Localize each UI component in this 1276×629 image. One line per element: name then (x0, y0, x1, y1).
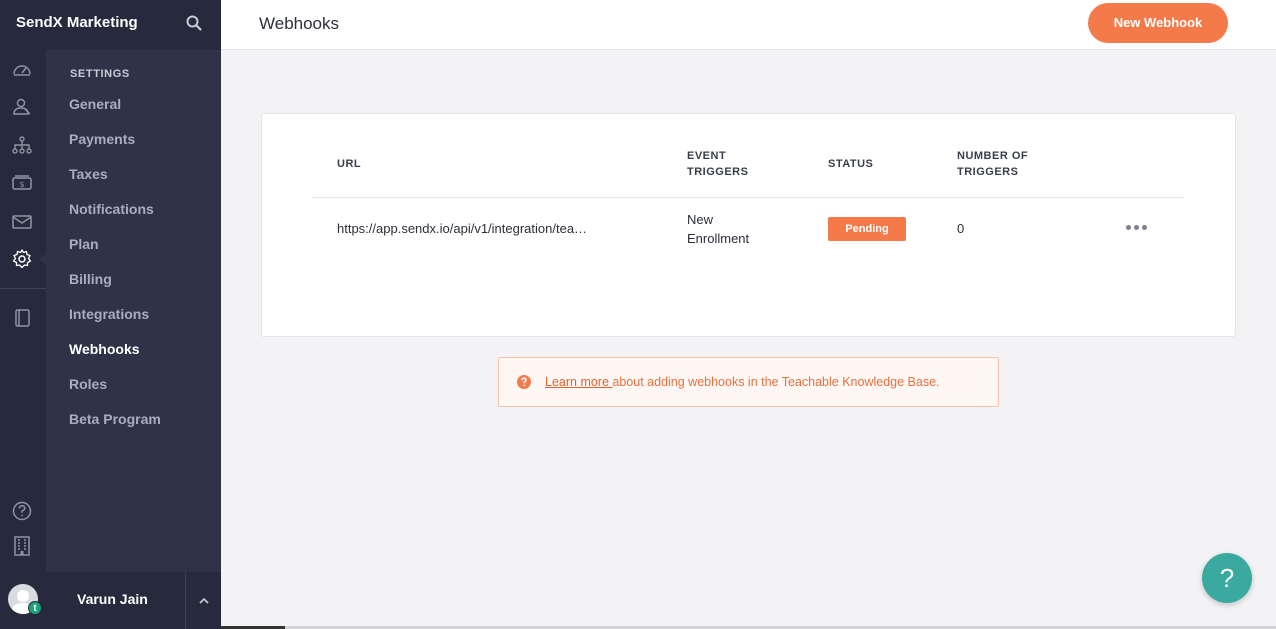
mail-icon[interactable] (11, 211, 33, 233)
svg-text:$: $ (19, 180, 24, 189)
note-body: about adding webhooks in the Teachable K… (612, 375, 940, 389)
webhook-url: https://app.sendx.io/api/v1/integration/… (337, 221, 588, 236)
help-button[interactable]: ? (1202, 553, 1252, 603)
nav-item-payments[interactable]: Payments (69, 131, 135, 147)
sales-icon[interactable]: $ (11, 172, 33, 194)
question-circle-icon (517, 375, 531, 389)
nav-item-taxes[interactable]: Taxes (69, 166, 108, 182)
status-badge: Pending (828, 217, 906, 241)
rail-divider (0, 288, 46, 289)
nav-item-billing[interactable]: Billing (69, 271, 112, 287)
knowledge-base-note: Learn more about adding webhooks in the … (498, 357, 999, 407)
book-icon[interactable] (11, 307, 33, 329)
nav-item-general[interactable]: General (69, 96, 121, 112)
active-indicator (40, 252, 47, 266)
new-webhook-button[interactable]: New Webhook (1088, 3, 1228, 43)
user-divider (185, 572, 186, 629)
column-header-event-line1: EVENT (687, 150, 727, 162)
note-text: Learn more about adding webhooks in the … (545, 375, 940, 389)
brand-bar: SendX Marketing (0, 0, 221, 50)
column-header-url: URL (337, 158, 362, 170)
user-name[interactable]: Varun Jain (77, 591, 148, 607)
users-icon[interactable] (11, 96, 33, 118)
trigger-count: 0 (957, 221, 965, 236)
event-trigger-line1: New (687, 212, 714, 227)
sidebar: SendX Marketing $ SETTINGS General Payme… (0, 0, 221, 629)
event-trigger-line2: Enrollment (687, 231, 750, 246)
webhooks-table: URL EVENT TRIGGERS STATUS NUMBER OF TRIG… (261, 113, 1236, 337)
page-header: Webhooks New Webhook (221, 0, 1276, 50)
settings-heading: SETTINGS (70, 68, 130, 80)
nav-item-notifications[interactable]: Notifications (69, 201, 154, 217)
column-header-number-line2: TRIGGERS (957, 166, 1019, 178)
column-header-event-line2: TRIGGERS (687, 166, 749, 178)
nav-item-integrations[interactable]: Integrations (69, 306, 149, 322)
table-divider (312, 197, 1184, 198)
learn-more-link[interactable]: Learn more (545, 375, 612, 389)
nav-item-beta-program[interactable]: Beta Program (69, 411, 161, 427)
nav-item-plan[interactable]: Plan (69, 236, 99, 252)
column-header-number-of-triggers: NUMBER OF TRIGGERS (957, 148, 1028, 180)
dashboard-icon[interactable] (11, 59, 33, 81)
icon-rail: $ (0, 50, 46, 572)
help-circle-icon[interactable] (11, 500, 33, 522)
column-header-status: STATUS (828, 158, 874, 170)
user-bar[interactable]: t Varun Jain (0, 572, 221, 629)
chevron-up-icon[interactable] (196, 593, 212, 609)
column-header-number-line1: NUMBER OF (957, 150, 1029, 162)
event-trigger: New Enrollment (687, 210, 749, 248)
sitemap-icon[interactable] (11, 134, 33, 156)
gear-icon[interactable] (11, 248, 33, 270)
nav-item-webhooks[interactable]: Webhooks (69, 341, 140, 357)
nav-item-roles[interactable]: Roles (69, 376, 107, 392)
column-header-event-triggers: EVENT TRIGGERS (687, 148, 748, 180)
brand-name[interactable]: SendX Marketing (16, 14, 138, 31)
school-badge: t (28, 601, 42, 615)
more-options-icon[interactable] (1124, 220, 1154, 236)
search-icon[interactable] (185, 14, 203, 32)
building-icon[interactable] (11, 535, 33, 557)
page-title: Webhooks (259, 14, 340, 33)
